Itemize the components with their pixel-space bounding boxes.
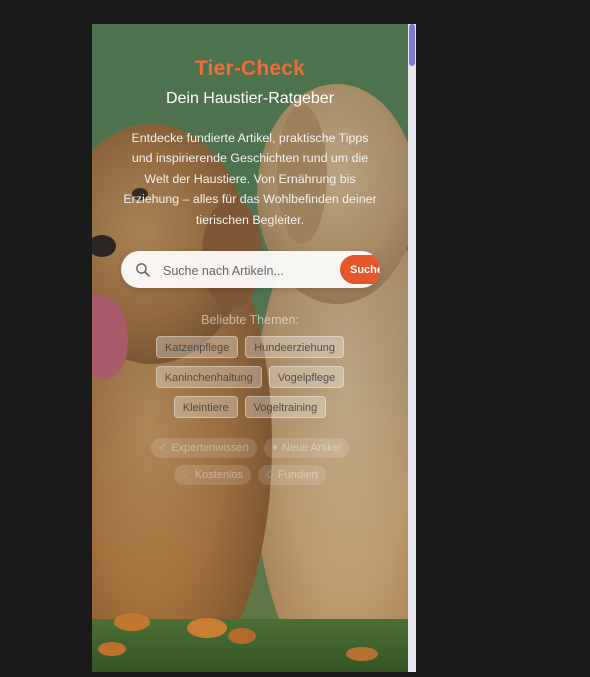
feature-label: Expertenwissen: [171, 442, 249, 454]
hero-subtitle: Dein Haustier-Ratgeber: [165, 90, 335, 107]
hero-intro-text: Entdecke fundierte Artikel, praktische T…: [123, 131, 377, 227]
popular-tags-row-1: Katzenpflege Hundeerziehung: [92, 336, 408, 358]
feature-badge: ✓ Expertenwissen: [150, 438, 257, 458]
feature-badge: ● Neue Artikel: [263, 438, 350, 458]
expert-icon: ✓: [158, 442, 168, 453]
feature-badge: ♡ Kostenlos: [173, 465, 252, 485]
popular-topics-label: Beliebte Themen:: [201, 313, 299, 327]
feature-badges-row-1: ✓ Expertenwissen ● Neue Artikel: [92, 438, 408, 458]
popular-tags-row-3: Kleintiere Vogeltraining: [92, 396, 408, 418]
feature-badge: ◇ Fundiert: [258, 465, 327, 485]
search-bar: Suche n: [121, 251, 380, 288]
check-icon: ◇: [266, 469, 274, 480]
search-button[interactable]: Suchen: [340, 255, 380, 284]
scrollbar-thumb[interactable]: [409, 24, 415, 66]
tag-kleintiere[interactable]: Kleintiere: [173, 396, 238, 418]
tag-kaninchenhaltung[interactable]: Kaninchenhaltung: [155, 366, 262, 388]
tag-hundeerziehung[interactable]: Hundeerziehung: [245, 336, 344, 358]
tag-vogelpflege[interactable]: Vogelpflege: [268, 366, 345, 388]
new-icon: ●: [271, 442, 278, 453]
popular-tags-row-2: Kaninchenhaltung Vogelpflege: [92, 366, 408, 388]
scrollbar-track[interactable]: [408, 24, 416, 672]
feature-label: Fundiert: [277, 469, 319, 481]
app-viewport: Tier-Check Dein Haustier-Ratgeber Entdec…: [92, 24, 408, 672]
search-input[interactable]: [161, 251, 335, 288]
tag-katzenpflege[interactable]: Katzenpflege: [156, 336, 239, 358]
feature-label: Neue Artikel: [281, 442, 342, 454]
feature-badges-row-2: ♡ Kostenlos ◇ Fundiert: [92, 465, 408, 485]
search-icon: [136, 263, 150, 277]
heart-icon: ♡: [181, 469, 191, 480]
feature-label: Kostenlos: [194, 469, 244, 481]
brand-title: Tier-Check: [194, 57, 306, 80]
tag-vogeltraining[interactable]: Vogeltraining: [244, 396, 327, 418]
